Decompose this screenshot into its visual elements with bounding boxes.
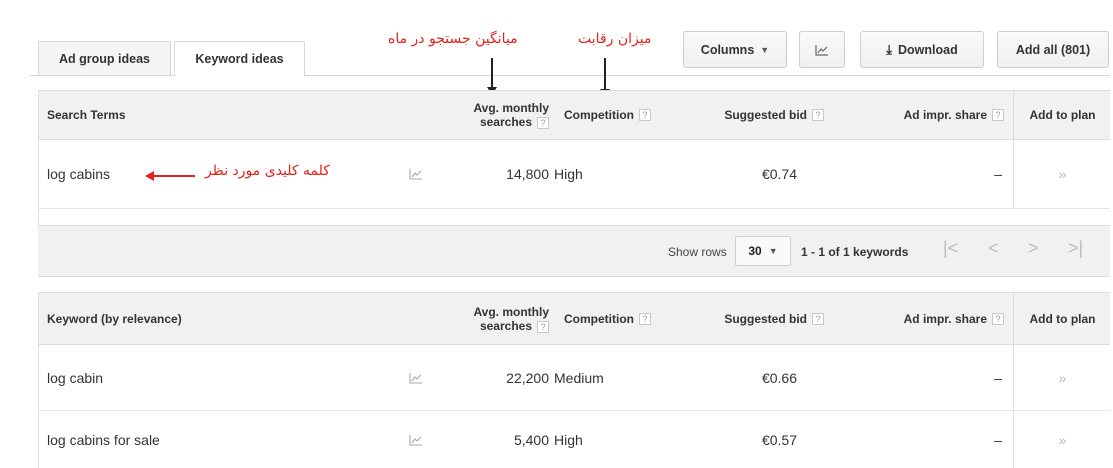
keyword-cell: log cabins [47, 166, 111, 182]
search-terms-table: Search Terms Avg. monthly searches? Comp… [38, 90, 1110, 225]
chevron-down-icon: ▼ [760, 44, 770, 55]
tab-label: Keyword ideas [195, 52, 284, 66]
header-ad-impr-share: Ad impr. share? [859, 293, 1004, 344]
header-label-line2: searches? [480, 115, 549, 129]
header-avg-monthly-searches: Avg. monthly searches? [439, 91, 549, 139]
rows-value: 30 [748, 244, 762, 258]
add-to-plan-button[interactable]: » [1013, 345, 1111, 410]
searches-cell: 22,200 [506, 369, 549, 386]
help-icon[interactable]: ? [639, 109, 651, 121]
header-avg-monthly-searches: Avg. monthly searches? [439, 293, 549, 344]
columns-button[interactable]: Columns ▼ [683, 31, 787, 68]
header-add-to-plan: Add to plan [1013, 293, 1111, 344]
table-header: Keyword (by relevance) Avg. monthly sear… [39, 292, 1110, 345]
header-label-line2: searches? [480, 319, 549, 333]
competition-cell: High [554, 166, 583, 182]
competition-cell: High [554, 431, 583, 448]
bid-cell: €0.74 [761, 166, 797, 182]
rows-per-page-select[interactable]: 30 ▼ [735, 236, 791, 266]
trend-button[interactable] [409, 411, 423, 468]
add-all-label: Add all (801) [1015, 42, 1091, 57]
chevron-down-icon: ▼ [768, 246, 778, 256]
line-chart-icon [409, 434, 422, 446]
header-label: Avg. monthly [473, 101, 549, 115]
annotation-keyword: کلمه کلیدی مورد نظر [205, 163, 330, 179]
range-text: 1 - 1 of 1 keywords [801, 245, 909, 259]
line-chart-icon [409, 372, 422, 384]
header-competition: Competition? [564, 91, 651, 139]
help-icon[interactable]: ? [812, 312, 824, 325]
annotation-competition: میزان رقابت [578, 31, 652, 47]
next-page-icon[interactable]: > [1028, 238, 1039, 259]
help-icon[interactable]: ? [537, 320, 549, 333]
table-header: Search Terms Avg. monthly searches? Comp… [39, 90, 1110, 140]
bid-cell: €0.57 [761, 431, 797, 448]
table-row: log cabins for sale 5,400 High €0.57 – » [39, 411, 1110, 468]
header-label: Avg. monthly [473, 304, 549, 319]
tab-label: Ad group ideas [59, 51, 150, 66]
columns-label: Columns [700, 42, 755, 57]
annotation-arrow-left [145, 171, 195, 181]
header-search-terms: Search Terms [47, 108, 126, 122]
add-to-plan-button[interactable]: » [1013, 411, 1111, 468]
header-suggested-bid: Suggested bid? [689, 293, 824, 344]
download-icon: ⤓ [886, 41, 893, 57]
keyword-cell: log cabin [47, 369, 104, 386]
help-icon[interactable]: ? [812, 109, 824, 121]
add-all-button[interactable]: Add all (801) [997, 31, 1109, 68]
add-to-plan-button[interactable]: » [1013, 140, 1111, 208]
searches-cell: 5,400 [513, 431, 549, 448]
help-icon[interactable]: ? [992, 312, 1004, 325]
header-suggested-bid: Suggested bid? [689, 91, 824, 139]
searches-cell: 14,800 [506, 166, 549, 182]
annotation-arrow-down [600, 58, 610, 97]
pagination-bar: Show rows 30 ▼ 1 - 1 of 1 keywords |< < … [38, 225, 1110, 277]
header-ad-impr-share: Ad impr. share? [859, 91, 1004, 139]
first-page-icon[interactable]: |< [943, 238, 958, 259]
impr-share-cell: – [994, 369, 1002, 386]
keyword-ideas-table: Keyword (by relevance) Avg. monthly sear… [38, 292, 1110, 468]
chart-toggle-button[interactable] [799, 31, 845, 68]
help-icon[interactable]: ? [639, 312, 651, 325]
impr-share-cell: – [994, 431, 1002, 448]
trend-button[interactable] [409, 140, 423, 208]
last-page-icon[interactable]: >| [1068, 238, 1083, 259]
show-rows-label: Show rows [668, 245, 727, 259]
tab-ad-group-ideas[interactable]: Ad group ideas [38, 41, 171, 75]
annotation-avg-searches: میانگین جستجو در ماه [388, 31, 518, 47]
competition-cell: Medium [554, 369, 604, 386]
keyword-cell: log cabins for sale [47, 431, 160, 448]
annotation-arrow-down [487, 58, 497, 95]
line-chart-icon [409, 169, 422, 180]
header-add-to-plan: Add to plan [1013, 91, 1111, 139]
impr-share-cell: – [994, 166, 1002, 182]
download-button[interactable]: ⤓ Download [860, 31, 984, 68]
header-keyword-relevance: Keyword (by relevance) [47, 311, 182, 326]
download-label: Download [898, 42, 958, 57]
table-row: log cabin 22,200 Medium €0.66 – » [39, 345, 1110, 411]
bid-cell: €0.66 [761, 369, 797, 386]
tab-keyword-ideas[interactable]: Keyword ideas [174, 41, 305, 76]
trend-button[interactable] [409, 345, 423, 410]
help-icon[interactable]: ? [992, 109, 1004, 121]
prev-page-icon[interactable]: < [988, 238, 999, 259]
table-row: log cabins 14,800 High €0.74 – » [39, 140, 1110, 209]
line-chart-icon [815, 44, 828, 56]
header-competition: Competition? [564, 293, 651, 344]
help-icon[interactable]: ? [537, 117, 549, 129]
